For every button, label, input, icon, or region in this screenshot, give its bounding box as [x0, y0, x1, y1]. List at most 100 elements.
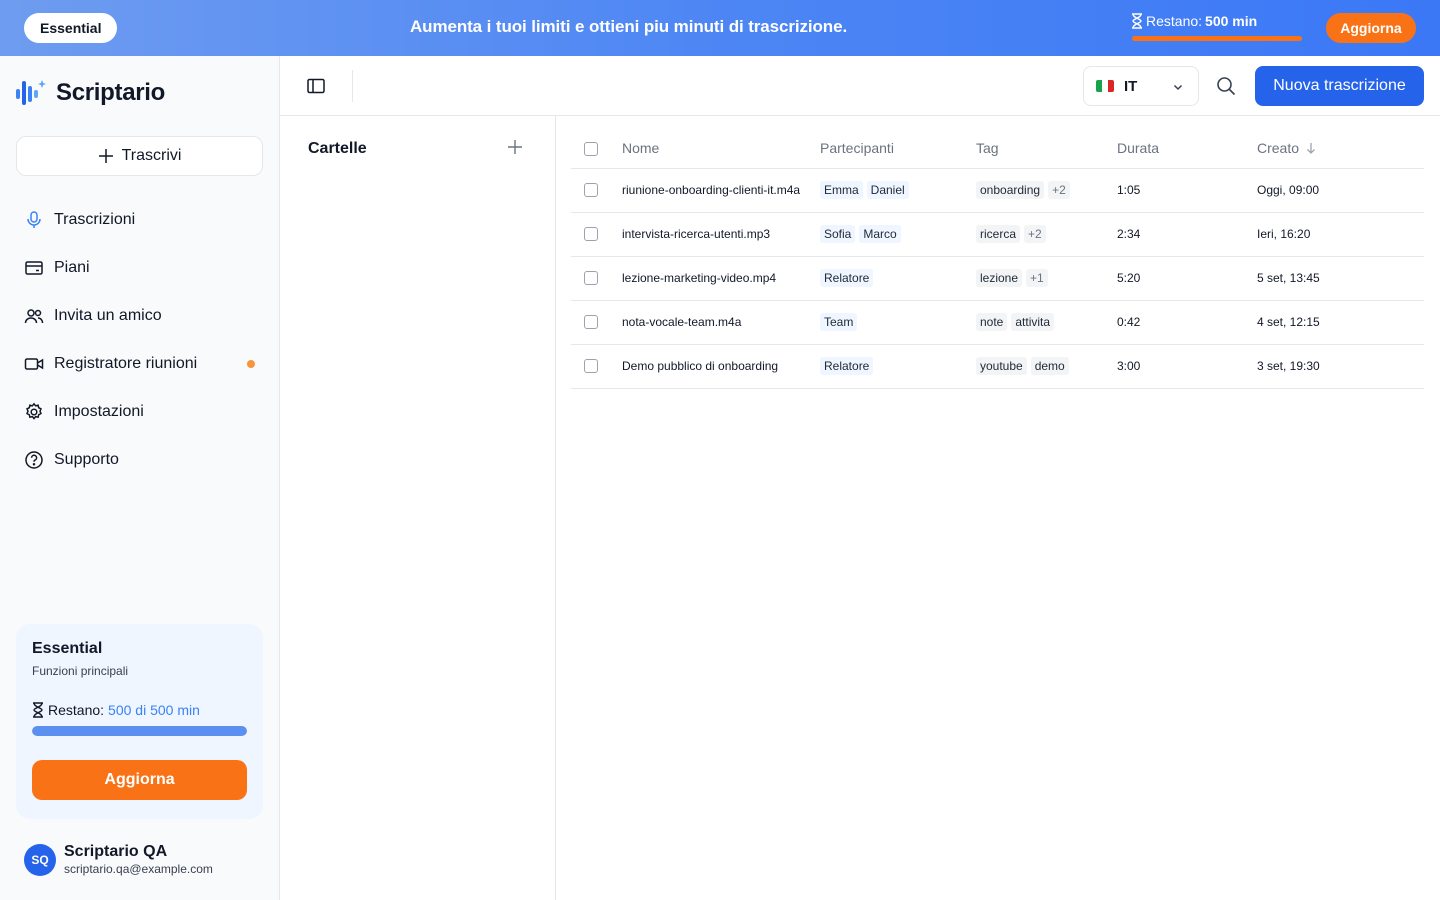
table-row[interactable]: riunione-onboarding-clienti-it.m4a Emma D… [571, 168, 1424, 213]
tag-chip: demo [1030, 357, 1069, 375]
plus-icon [98, 149, 113, 163]
plan-card-remaining-value: 500 di 500 min [108, 702, 200, 718]
file-name: lezione-marketing-video.mp4 [622, 256, 820, 301]
duration: 3:00 [1117, 344, 1257, 389]
plan-badge: Essential [24, 13, 118, 43]
sidebar-item-label: Impostazioni [54, 403, 144, 420]
column-header-created[interactable]: Creato [1257, 128, 1424, 169]
file-name: intervista-ricerca-utenti.mp3 [622, 212, 820, 257]
participant-chip: Emma [820, 181, 863, 199]
tag-chip: onboarding [976, 181, 1045, 199]
sidebar-item-supporto[interactable]: Supporto [16, 436, 263, 484]
avatar: SQ [24, 843, 56, 876]
upgrade-banner: Essential Aumenta i tuoi limiti e ottien… [0, 0, 1440, 56]
row-checkbox[interactable] [584, 315, 598, 330]
sidebar-nav: Trascrizioni Piani Invita un amico Regis… [16, 196, 263, 484]
header-divider [352, 70, 353, 102]
sidebar-item-trascrizioni[interactable]: Trascrizioni [16, 196, 263, 244]
participant-chip: Daniel [866, 181, 909, 199]
table-row[interactable]: nota-vocale-team.m4a Team note attivita 0… [571, 300, 1424, 345]
banner-upgrade-button[interactable]: Aggiorna [1326, 13, 1416, 43]
language-select[interactable]: IT [1083, 66, 1199, 106]
created-date: Oggi, 09:00 [1257, 168, 1424, 213]
created-date: 3 set, 19:30 [1257, 344, 1424, 389]
participant-chip: Marco [859, 225, 901, 243]
sidebar-item-label: Trascrizioni [54, 211, 136, 228]
banner-remaining-bar [1132, 36, 1302, 41]
column-header-duration[interactable]: Durata [1117, 128, 1257, 169]
sidebar-item-registratore[interactable]: Registratore riunioni [16, 340, 263, 388]
user-profile[interactable]: SQ Scriptario QA scriptario.qa@example.c… [24, 843, 213, 876]
table-row[interactable]: intervista-ricerca-utenti.mp3 Sofia Marco… [571, 212, 1424, 257]
row-checkbox[interactable] [584, 359, 598, 374]
created-date: 5 set, 13:45 [1257, 256, 1424, 301]
transcriptions-table: Nome Partecipanti Tag Durata Creato riun… [571, 128, 1424, 389]
waveform-logo-icon [16, 80, 46, 105]
row-checkbox[interactable] [584, 271, 598, 286]
sidebar-item-label: Supporto [54, 451, 119, 468]
transcribe-button[interactable]: Trascrivi [16, 136, 263, 176]
select-all-checkbox[interactable] [584, 141, 598, 156]
user-name: Scriptario QA [64, 843, 168, 860]
video-camera-icon [24, 358, 44, 370]
users-icon [24, 309, 44, 324]
sidebar-item-label: Piani [54, 259, 90, 276]
more-tags-chip: +2 [1024, 225, 1046, 243]
table-row[interactable]: lezione-marketing-video.mp4 Relatore lez… [571, 256, 1424, 301]
row-checkbox[interactable] [584, 183, 598, 198]
plan-card-remaining: Restano: 500 di 500 min [32, 702, 247, 718]
column-header-tags[interactable]: Tag [976, 128, 1117, 169]
language-value: IT [1124, 77, 1138, 95]
gear-icon [26, 402, 42, 420]
logo[interactable]: Scriptario [16, 78, 165, 108]
column-header-participants[interactable]: Partecipanti [820, 128, 976, 169]
plan-card-remaining-label: Restano: [48, 702, 105, 718]
duration: 5:20 [1117, 256, 1257, 301]
plan-card-subtitle: Funzioni principali [32, 664, 129, 678]
participant-chip: Relatore [820, 269, 874, 287]
credit-card-icon [25, 261, 43, 275]
tag-chip: ricerca [976, 225, 1021, 243]
tag-chip: lezione [976, 269, 1023, 287]
file-name: riunione-onboarding-clienti-it.m4a [622, 168, 820, 213]
transcribe-button-label: Trascrivi [121, 147, 182, 164]
main-header: IT Nuova trascrizione [280, 56, 1440, 116]
banner-message: Aumenta i tuoi limiti e ottieni piu minu… [410, 17, 848, 36]
column-header-name[interactable]: Nome [622, 128, 820, 169]
plan-card-progress-bar [32, 726, 247, 736]
tag-chip: youtube [976, 357, 1027, 375]
sidebar-item-invita[interactable]: Invita un amico [16, 292, 263, 340]
participant-chip: Team [820, 313, 858, 331]
participant-chip: Relatore [820, 357, 874, 375]
duration: 0:42 [1117, 300, 1257, 345]
hourglass-icon [1132, 13, 1142, 29]
banner-remaining: Restano: 500 min [1131, 13, 1303, 43]
more-tags-chip: +1 [1026, 269, 1048, 287]
add-folder-icon[interactable] [506, 138, 524, 156]
sidebar-toggle-icon[interactable] [306, 76, 326, 96]
tag-chip: attivita [1011, 313, 1055, 331]
banner-remaining-label: Restano: [1146, 13, 1203, 29]
help-circle-icon [25, 451, 43, 469]
duration: 2:34 [1117, 212, 1257, 257]
file-name: Demo pubblico di onboarding [622, 344, 820, 389]
table-row[interactable]: Demo pubblico di onboarding Relatore you… [571, 344, 1424, 389]
banner-remaining-value: 500 min [1205, 13, 1258, 29]
plan-card: Essential Funzioni principali Restano: 5… [16, 624, 263, 819]
hourglass-icon [33, 702, 43, 718]
notification-dot [247, 360, 255, 368]
new-transcription-button[interactable]: Nuova trascrizione [1255, 66, 1424, 106]
italy-flag-icon [1096, 80, 1114, 92]
file-name: nota-vocale-team.m4a [622, 300, 820, 345]
sidebar-item-label: Registratore riunioni [54, 355, 198, 372]
search-icon[interactable] [1216, 76, 1236, 96]
column-header-created-label: Creato [1257, 139, 1300, 156]
sidebar-item-impostazioni[interactable]: Impostazioni [16, 388, 263, 436]
microphone-icon [27, 211, 41, 228]
created-date: 4 set, 12:15 [1257, 300, 1424, 345]
row-checkbox[interactable] [584, 227, 598, 242]
sidebar-item-piani[interactable]: Piani [16, 244, 263, 292]
more-tags-chip: +2 [1048, 181, 1070, 199]
plan-card-upgrade-button[interactable]: Aggiorna [32, 760, 247, 800]
chevron-down-icon [1173, 84, 1183, 91]
